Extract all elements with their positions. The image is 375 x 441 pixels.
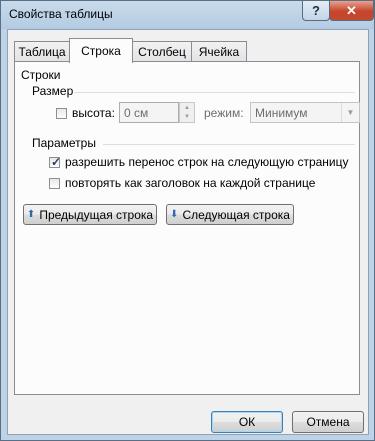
- next-row-button[interactable]: ⬇ Следующая строка: [166, 204, 294, 225]
- tab-cell-label: Ячейка: [198, 44, 240, 59]
- ok-button[interactable]: ОК: [211, 411, 283, 433]
- mode-select[interactable]: Минимум ▼: [250, 102, 360, 123]
- next-row-label: Следующая строка: [182, 207, 290, 222]
- repeat-header-checkbox[interactable]: [49, 178, 60, 189]
- mode-label: режим:: [204, 106, 244, 120]
- tab-table-label: Таблица: [18, 44, 66, 59]
- tab-column[interactable]: Столбец: [132, 41, 192, 61]
- row-tab-panel: Строки Размер высота: 0 см ▲ ▼ режим: Ми…: [14, 61, 360, 395]
- height-label: высота:: [72, 106, 115, 120]
- help-button[interactable]: ?: [302, 1, 330, 21]
- prev-row-label: Предыдущая строка: [39, 207, 154, 222]
- prev-row-button[interactable]: ⬆ Предыдущая строка: [23, 204, 157, 225]
- tab-column-label: Столбец: [138, 44, 186, 59]
- height-checkbox[interactable]: [56, 108, 67, 119]
- arrow-down-icon: ⬇: [170, 209, 179, 220]
- height-spinner[interactable]: ▲ ▼: [179, 102, 195, 123]
- params-heading: Параметры: [32, 136, 96, 150]
- cancel-button[interactable]: Отмена: [292, 411, 364, 433]
- dialog-client-area: Таблица Строка Столбец Ячейка Строки Раз…: [7, 29, 369, 435]
- dialog-title: Свойства таблицы: [9, 7, 113, 21]
- tab-cell[interactable]: Ячейка: [191, 41, 247, 61]
- tab-row-label: Строка: [81, 44, 121, 58]
- dialog-window: Свойства таблицы ? ✕ Таблица Строка Стол…: [0, 0, 375, 441]
- params-separator: [103, 144, 355, 145]
- size-separator: [75, 92, 355, 93]
- title-bar[interactable]: Свойства таблицы ? ✕: [1, 1, 374, 29]
- tab-table[interactable]: Таблица: [14, 41, 70, 61]
- close-button[interactable]: ✕: [329, 1, 374, 21]
- height-input[interactable]: 0 см: [119, 102, 179, 123]
- allow-break-label: разрешить перенос строк на следующую стр…: [65, 155, 349, 169]
- spin-up-icon[interactable]: ▲: [184, 105, 190, 111]
- tab-row[interactable]: Строка: [69, 38, 133, 63]
- rows-heading: Строки: [21, 68, 61, 82]
- chevron-down-icon[interactable]: ▼: [341, 103, 359, 122]
- spin-down-icon[interactable]: ▼: [184, 114, 190, 120]
- size-heading: Размер: [32, 84, 74, 98]
- allow-break-checkbox[interactable]: ✓: [49, 155, 62, 169]
- repeat-header-label: повторять как заголовок на каждой страни…: [65, 176, 316, 190]
- arrow-up-icon: ⬆: [26, 209, 36, 220]
- checkmark-icon: ✓: [51, 155, 62, 169]
- mode-select-value: Минимум: [255, 106, 308, 120]
